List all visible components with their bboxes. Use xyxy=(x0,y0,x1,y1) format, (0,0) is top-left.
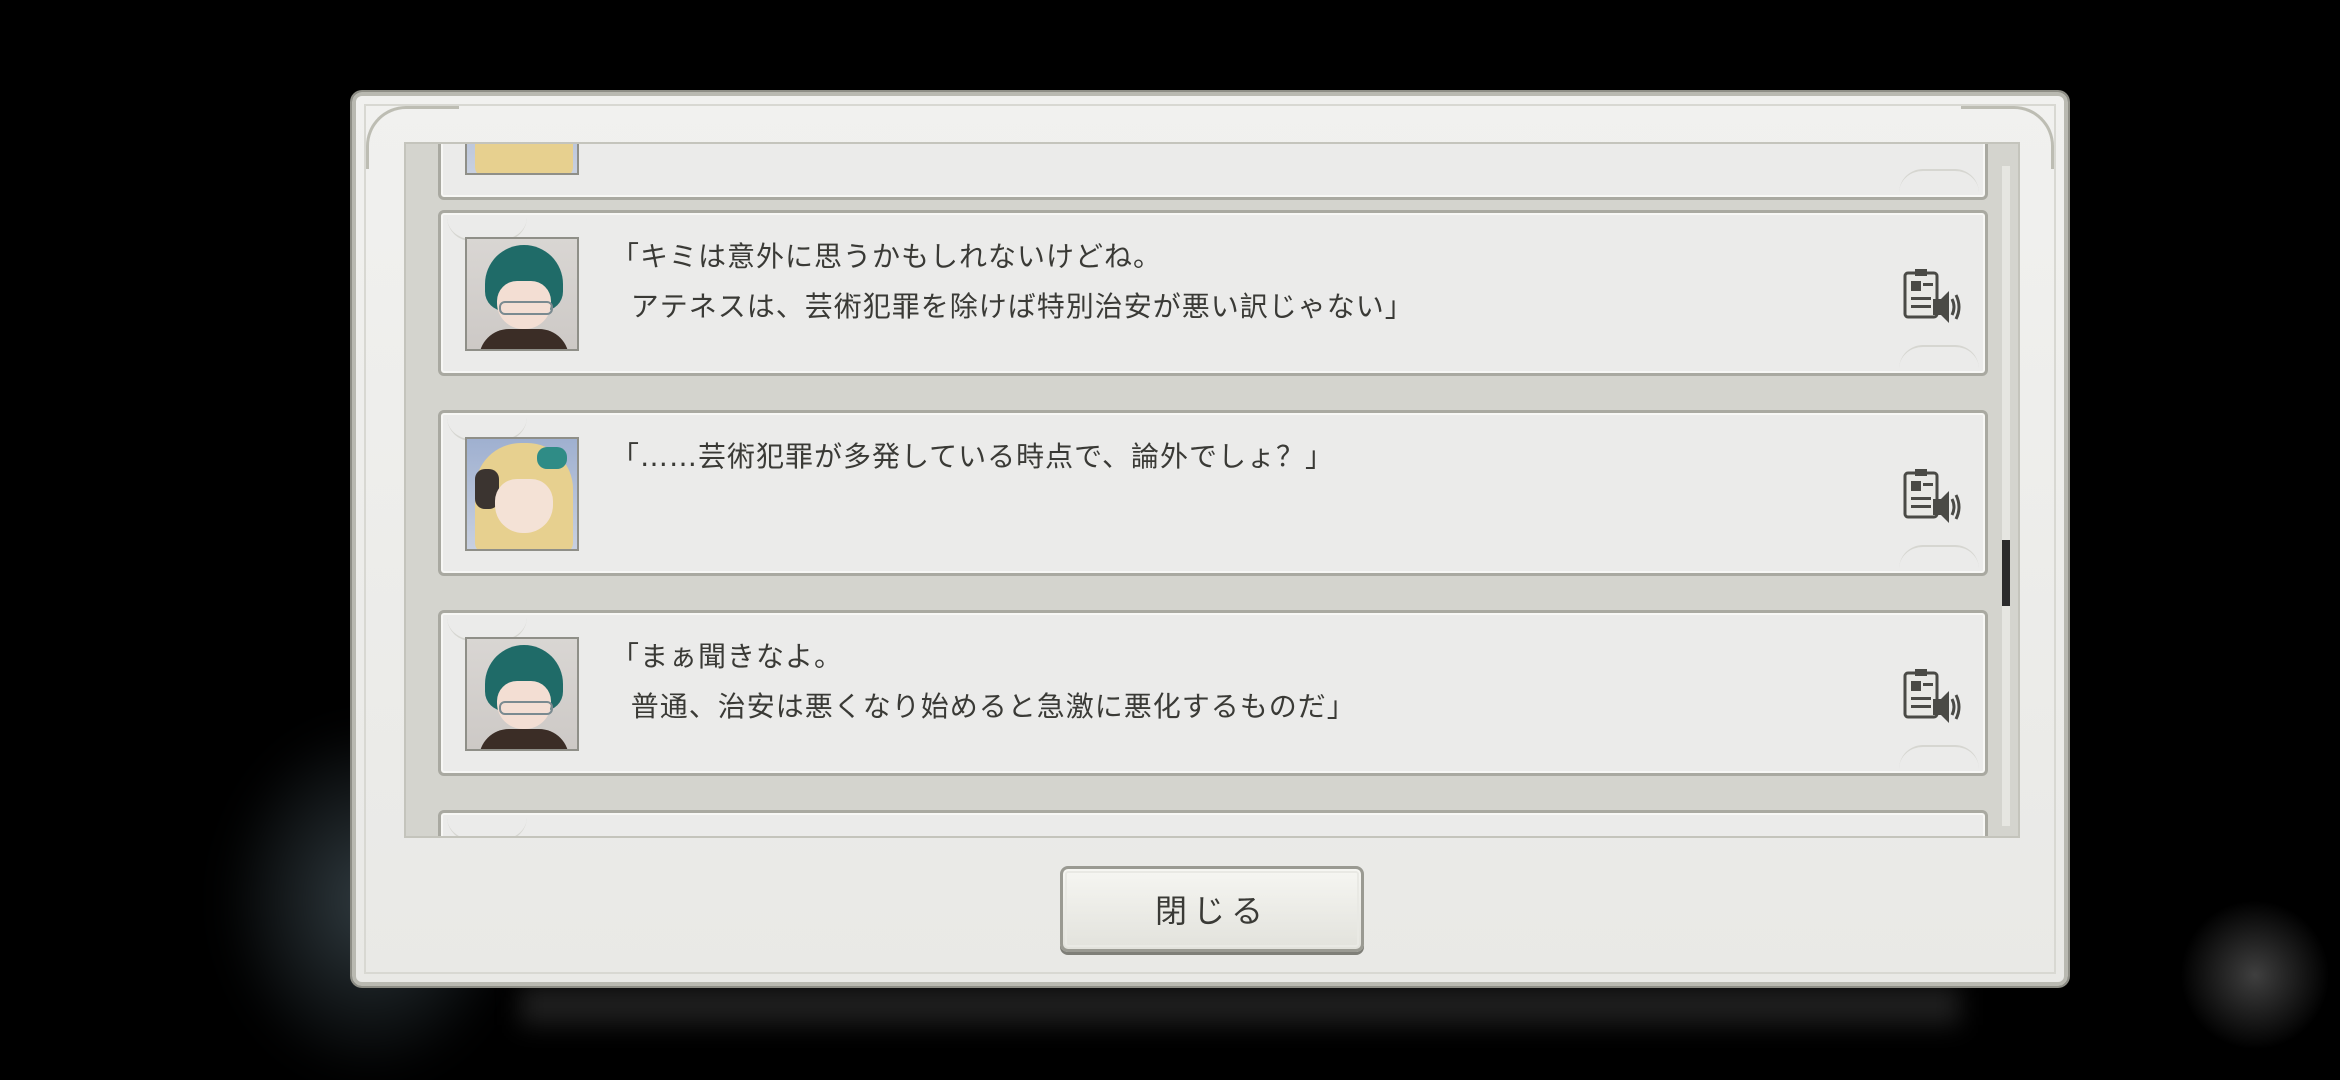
dialogue-line: 「まぁ聞きなよ。 xyxy=(611,640,844,673)
character-portrait xyxy=(465,637,579,751)
voice-replay-button[interactable] xyxy=(1903,269,1961,325)
log-entry-partial-bottom xyxy=(438,810,1988,836)
dialogue-line: 「……芸術犯罪が多発している時点で、論外でしょ？」 xyxy=(611,440,1335,473)
background-blur-bar xyxy=(520,985,1960,1025)
voice-replay-button[interactable] xyxy=(1903,669,1961,725)
character-portrait xyxy=(465,237,579,351)
log-entry: 「まぁ聞きなよ。 普通、治安は悪くなり始めると急激に悪化するものだ」 xyxy=(438,610,1988,776)
log-entry: 「キミは意外に思うかもしれないけどね。 アテネスは、芸術犯罪を除けば特別治安が悪… xyxy=(438,210,1988,376)
dialogue-line: 「キミは意外に思うかもしれないけどね。 xyxy=(611,240,1163,273)
voice-replay-icon xyxy=(1903,269,1961,323)
scrollbar-track[interactable] xyxy=(2002,166,2010,826)
voice-replay-icon xyxy=(1903,669,1961,723)
log-entry: 「……芸術犯罪が多発している時点で、論外でしょ？」 xyxy=(438,410,1988,576)
scrollbar-thumb[interactable] xyxy=(2002,540,2010,606)
log-list[interactable]: 「キミは意外に思うかもしれないけどね。 アテネスは、芸術犯罪を除けば特別治安が悪… xyxy=(404,142,2020,838)
character-portrait xyxy=(465,437,579,551)
close-button[interactable]: 閉じる xyxy=(1060,866,1364,952)
character-portrait xyxy=(465,144,579,175)
dialogue-line: 普通、治安は悪くなり始めると急激に悪化するものだ」 xyxy=(611,690,1356,723)
dialogue-line: アテネスは、芸術犯罪を除けば特別治安が悪い訳じゃない」 xyxy=(611,290,1414,323)
log-dialog: 「キミは意外に思うかもしれないけどね。 アテネスは、芸術犯罪を除けば特別治安が悪… xyxy=(352,92,2068,986)
log-entry-partial-top xyxy=(438,144,1988,200)
background-blur-orb xyxy=(2180,900,2330,1050)
voice-replay-button[interactable] xyxy=(1903,469,1961,525)
voice-replay-icon xyxy=(1903,469,1961,523)
